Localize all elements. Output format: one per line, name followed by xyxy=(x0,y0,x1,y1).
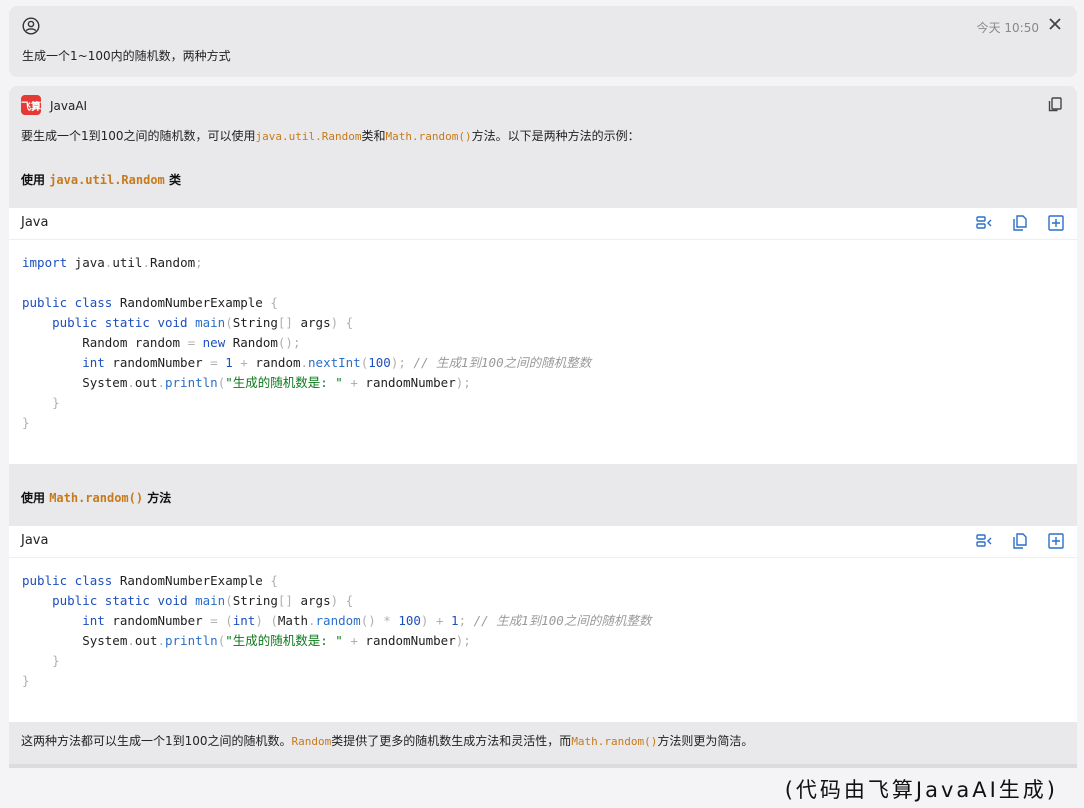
code-tools-1 xyxy=(975,214,1065,232)
copy-icon[interactable] xyxy=(1011,214,1029,232)
summary-code-random: Random xyxy=(291,735,332,748)
code-block-1: Java import java.util.Random; public cla… xyxy=(9,208,1077,464)
close-icon[interactable] xyxy=(1047,16,1063,32)
intro-pre: 要生成一个1到100之间的随机数，可以使用 xyxy=(21,129,256,143)
intro-code-random: java.util.Random xyxy=(255,130,362,143)
summary-text: 这两种方法都可以生成一个1到100之间的随机数。Random类提供了更多的随机数… xyxy=(21,732,753,749)
code-body-1: import java.util.Random; public class Ra… xyxy=(22,255,592,430)
credit-text: (代码由飞算JavaAI生成) xyxy=(784,778,1058,802)
copy-icon[interactable] xyxy=(1011,532,1029,550)
code-body-2: public class RandomNumberExample { publi… xyxy=(22,573,652,688)
insert-icon[interactable] xyxy=(975,214,993,232)
summary-code-math: Math.random() xyxy=(571,735,658,748)
code-header-2: Java xyxy=(9,526,1077,558)
section1-suffix: 类 xyxy=(164,173,181,187)
intro-post: 方法。以下是两种方法的示例： xyxy=(471,129,640,143)
intro-mid: 类和 xyxy=(361,129,386,143)
ai-response-card: 飞算 JavaAI 要生成一个1到100之间的随机数，可以使用java.util… xyxy=(9,86,1077,768)
user-icon xyxy=(22,17,40,35)
code-lang-2: Java xyxy=(21,533,49,548)
summary-post: 方法则更为简洁。 xyxy=(657,734,754,748)
code-lang-1: Java xyxy=(21,215,49,230)
section2-heading: 使用 Math.random() 方法 xyxy=(21,489,171,506)
intro-code-math: Math.random() xyxy=(385,130,472,143)
section2-prefix: 使用 xyxy=(21,491,50,505)
section1-prefix: 使用 xyxy=(21,173,50,187)
section2-code: Math.random() xyxy=(49,491,144,505)
message-time: 今天 10:50 xyxy=(976,21,1039,35)
user-message-text: 生成一个1~100内的随机数，两种方式 xyxy=(22,49,231,63)
section1-code: java.util.Random xyxy=(49,173,165,187)
user-message-card: 今天 10:50 生成一个1~100内的随机数，两种方式 xyxy=(9,6,1077,77)
insert-icon[interactable] xyxy=(975,532,993,550)
code-tools-2 xyxy=(975,532,1065,550)
section1-heading: 使用 java.util.Random 类 xyxy=(21,171,181,188)
intro-text: 要生成一个1到100之间的随机数，可以使用java.util.Random类和M… xyxy=(21,127,640,144)
ai-name: JavaAI xyxy=(50,99,88,113)
add-icon[interactable] xyxy=(1047,532,1065,550)
ai-logo: 飞算 xyxy=(21,95,41,115)
code-header-1: Java xyxy=(9,208,1077,240)
divider xyxy=(9,764,1077,768)
summary-mid: 类提供了更多的随机数生成方法和灵活性，而 xyxy=(331,734,572,748)
add-icon[interactable] xyxy=(1047,214,1065,232)
summary-pre: 这两种方法都可以生成一个1到100之间的随机数。 xyxy=(21,734,292,748)
section2-suffix: 方法 xyxy=(143,491,172,505)
code-block-2: Java public class RandomNumberExample { … xyxy=(9,526,1077,722)
copy-icon[interactable] xyxy=(1047,96,1063,112)
